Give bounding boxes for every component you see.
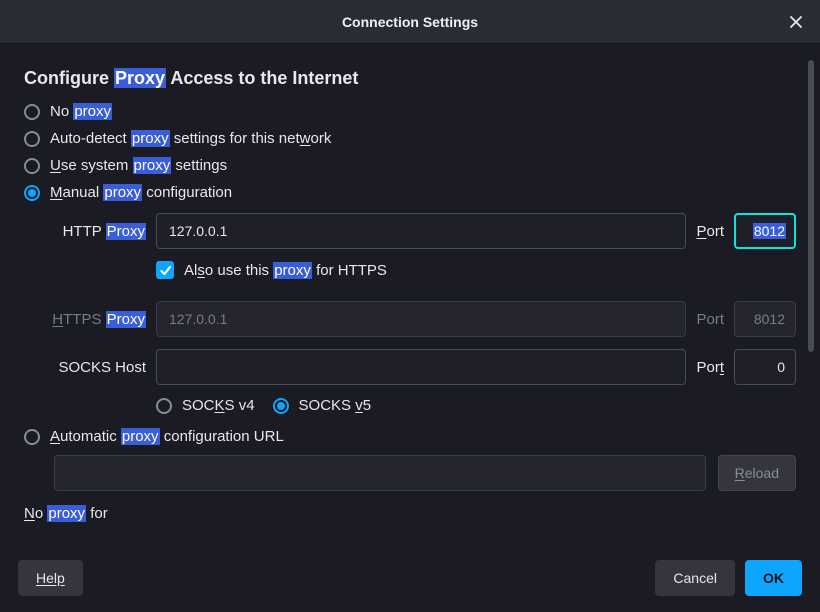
radio-icon xyxy=(24,131,40,147)
https-proxy-input xyxy=(156,301,686,337)
https-port-label: Port xyxy=(696,311,724,328)
radio-icon xyxy=(24,104,40,120)
auto-config-url-row: Reload xyxy=(54,455,796,491)
socks-host-input[interactable] xyxy=(156,349,686,385)
auto-config-url-input xyxy=(54,455,706,491)
dialog-title: Connection Settings xyxy=(342,14,478,30)
checkbox-icon xyxy=(156,261,174,279)
radio-auto-detect[interactable]: Auto-detect proxy settings for this netw… xyxy=(24,130,796,147)
no-proxy-for-label: No proxy for xyxy=(24,505,796,522)
socks-port-input[interactable] xyxy=(734,349,796,385)
http-proxy-label: HTTP Proxy xyxy=(40,223,146,240)
checkbox-label: Also use this proxy for HTTPS xyxy=(184,262,387,279)
https-port-input xyxy=(734,301,796,337)
socks-port-label: Port xyxy=(696,359,724,376)
radio-socks-v4[interactable]: SOCKS v4 xyxy=(156,397,255,414)
content-area: Configure Proxy Access to the Internet N… xyxy=(0,44,820,556)
socks-version-group: SOCKS v4 SOCKS v5 xyxy=(156,397,796,414)
radio-socks-v5[interactable]: SOCKS v5 xyxy=(273,397,372,414)
reload-button: Reload xyxy=(718,455,796,491)
radio-icon xyxy=(156,398,172,414)
radio-no-proxy[interactable]: No proxy xyxy=(24,103,796,120)
radio-manual-proxy[interactable]: Manual proxy configuration xyxy=(24,184,796,201)
https-proxy-row: HTTPS Proxy Port xyxy=(40,301,796,337)
radio-label: Manual proxy configuration xyxy=(50,184,232,201)
help-button[interactable]: Help xyxy=(18,560,83,596)
scrollbar[interactable] xyxy=(808,60,814,352)
radio-label: Auto-detect proxy settings for this netw… xyxy=(50,130,331,147)
radio-label: SOCKS v4 xyxy=(182,397,255,414)
close-icon[interactable] xyxy=(786,12,806,32)
manual-proxy-section: HTTP Proxy Port 8012 Also use this proxy… xyxy=(40,213,796,414)
http-port-input[interactable]: 8012 xyxy=(734,213,796,249)
radio-auto-config-url[interactable]: Automatic proxy configuration URL xyxy=(24,428,796,445)
socks-host-row: SOCKS Host Port xyxy=(40,349,796,385)
radio-icon xyxy=(24,429,40,445)
radio-icon xyxy=(24,158,40,174)
radio-label: Automatic proxy configuration URL xyxy=(50,428,284,445)
titlebar: Connection Settings xyxy=(0,0,820,44)
radio-label: Use system proxy settings xyxy=(50,157,227,174)
http-port-label: Port xyxy=(696,223,724,240)
footer: Help Cancel OK xyxy=(0,556,820,612)
http-proxy-input[interactable] xyxy=(156,213,686,249)
https-proxy-label: HTTPS Proxy xyxy=(40,311,146,328)
radio-icon xyxy=(24,185,40,201)
radio-label: No proxy xyxy=(50,103,112,120)
also-https-checkbox[interactable]: Also use this proxy for HTTPS xyxy=(156,261,796,279)
radio-system-proxy[interactable]: Use system proxy settings xyxy=(24,157,796,174)
radio-label: SOCKS v5 xyxy=(299,397,372,414)
page-heading: Configure Proxy Access to the Internet xyxy=(24,68,796,89)
http-proxy-row: HTTP Proxy Port 8012 xyxy=(40,213,796,249)
socks-host-label: SOCKS Host xyxy=(40,359,146,376)
radio-icon xyxy=(273,398,289,414)
ok-button[interactable]: OK xyxy=(745,560,802,596)
cancel-button[interactable]: Cancel xyxy=(655,560,735,596)
